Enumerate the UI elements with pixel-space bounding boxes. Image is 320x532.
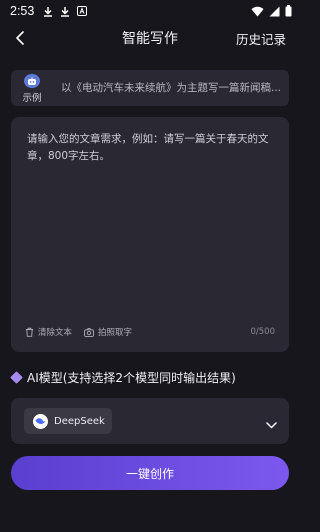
photo-text-label: 拍照取字 (98, 328, 133, 338)
prompt-placeholder: 请输入您的文章需求，例如：请写一篇关于春天的文章，800字左右。 (27, 133, 269, 162)
history-link[interactable]: 历史记录 (236, 29, 286, 48)
example-badge: 示例 (21, 74, 43, 104)
diamond-icon (10, 371, 23, 384)
notification-icons (42, 5, 87, 17)
char-count: 0/500 (250, 327, 276, 337)
download-icon (42, 5, 53, 17)
system-icons (251, 5, 292, 17)
model-section-label: AI模型(支持选择2个模型同时输出结果) (27, 371, 236, 385)
signal-icon (269, 5, 280, 17)
model-chip-deepseek[interactable]: DeepSeek (24, 408, 112, 434)
model-chip-label: DeepSeek (54, 415, 105, 427)
robot-icon (24, 74, 40, 88)
deepseek-logo-icon (33, 413, 48, 429)
article-input-area[interactable]: 请输入您的文章需求，例如：请写一篇关于春天的文章，800字左右。 清除文本 拍照… (11, 117, 289, 352)
status-time: 2:53 (10, 4, 35, 18)
chevron-left-icon (16, 31, 24, 45)
example-bar[interactable]: 示例 以《电动汽车未来续航》为主题写一篇新闻稿... (11, 70, 289, 106)
status-bar: 2:53 (0, 0, 300, 22)
trash-icon (26, 327, 33, 337)
model-select[interactable]: DeepSeek (11, 398, 289, 444)
battery-icon (285, 5, 292, 17)
clear-text-label: 清除文本 (38, 328, 73, 338)
back-button[interactable] (8, 26, 32, 50)
example-badge-label: 示例 (22, 93, 42, 104)
app-notification-icon (76, 5, 87, 17)
wifi-icon (251, 5, 264, 17)
one-click-create-button[interactable]: 一键创作 (11, 456, 289, 490)
app-header: 智能写作 历史记录 (0, 22, 300, 54)
photo-text-button[interactable]: 拍照取字 (84, 326, 132, 338)
download-icon (59, 5, 70, 17)
model-section-title: AI模型(支持选择2个模型同时输出结果) (10, 369, 236, 386)
chevron-down-icon (266, 414, 277, 433)
clear-text-button[interactable]: 清除文本 (25, 326, 72, 338)
example-text: 以《电动汽车未来续航》为主题写一篇新闻稿... (61, 82, 281, 94)
camera-icon (84, 327, 94, 337)
